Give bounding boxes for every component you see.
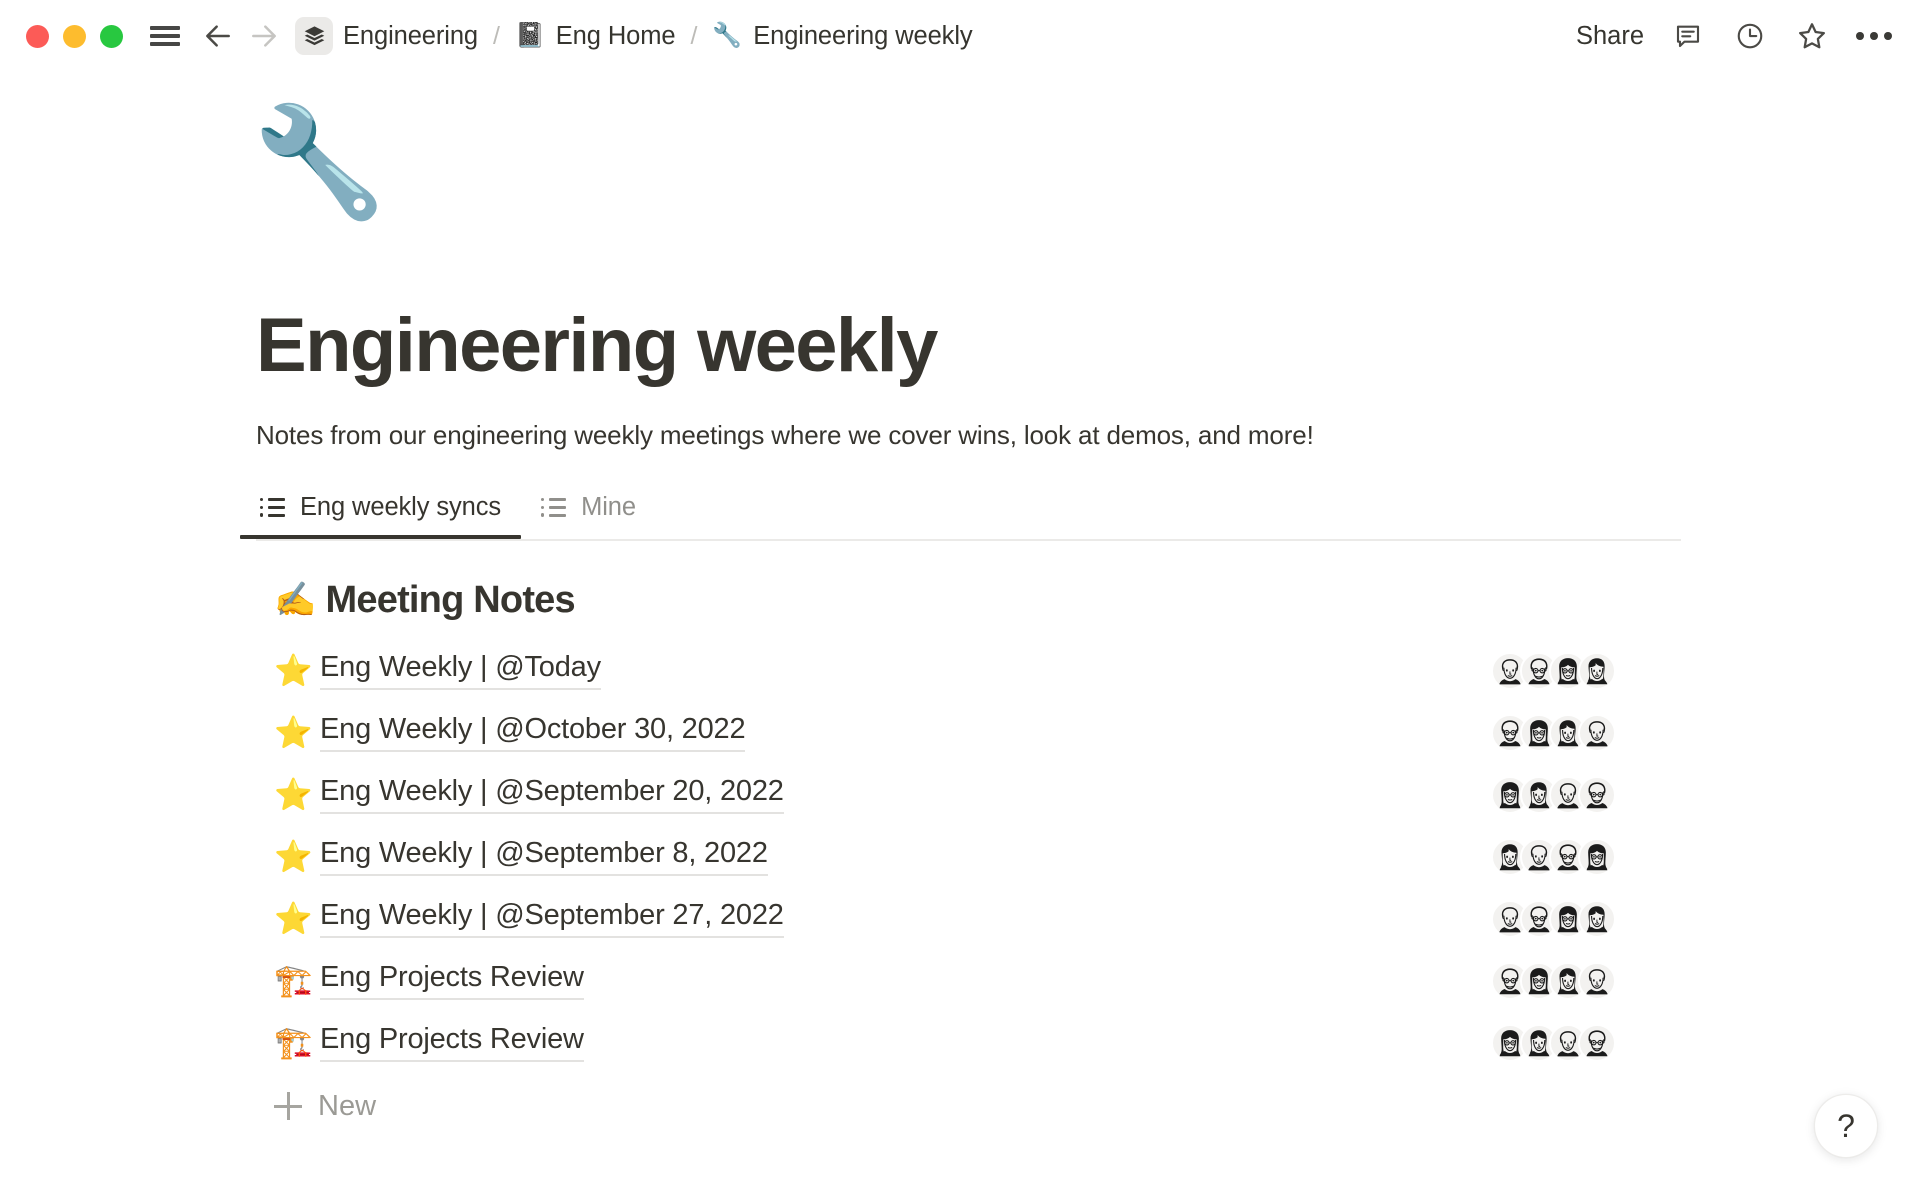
page-title: Engineering weekly bbox=[256, 303, 938, 388]
new-item-button[interactable]: New bbox=[274, 1090, 1920, 1123]
tab-label: Mine bbox=[581, 492, 636, 521]
navigation-arrows bbox=[199, 17, 283, 55]
crane-icon: 🏗️ bbox=[274, 963, 313, 999]
clock-history-icon[interactable] bbox=[1732, 18, 1768, 54]
avatar-group bbox=[1491, 837, 1616, 876]
tab-mine[interactable]: Mine bbox=[521, 493, 656, 539]
list-item[interactable]: ⭐ Eng Weekly | @Today bbox=[274, 640, 1664, 702]
tab-eng-weekly-syncs[interactable]: Eng weekly syncs bbox=[240, 492, 522, 539]
avatar bbox=[1578, 1023, 1616, 1062]
list-item[interactable]: 🏗️ Eng Projects Review bbox=[274, 950, 1664, 1012]
avatar-group bbox=[1491, 1023, 1616, 1062]
list-item[interactable]: ⭐ Eng Weekly | @October 30, 2022 bbox=[274, 702, 1664, 764]
breadcrumb-separator: / bbox=[493, 21, 500, 50]
breadcrumb-separator: / bbox=[690, 21, 698, 50]
breadcrumb-item-engineering-weekly[interactable]: 🔧 Engineering weekly bbox=[712, 22, 972, 51]
plus-icon bbox=[274, 1092, 302, 1121]
avatar bbox=[1578, 651, 1616, 690]
wrench-icon: 🔧 bbox=[712, 22, 743, 49]
avatar-group bbox=[1491, 775, 1616, 814]
list-item-title[interactable]: Eng Weekly | @Today bbox=[320, 651, 601, 691]
list-item[interactable]: ⭐ Eng Weekly | @September 20, 2022 bbox=[274, 764, 1664, 826]
star-icon: ⭐ bbox=[274, 777, 313, 813]
section-heading-label: Meeting Notes bbox=[325, 578, 576, 621]
list-item-title[interactable]: Eng Weekly | @September 8, 2022 bbox=[320, 837, 768, 877]
avatar-group bbox=[1491, 899, 1616, 938]
breadcrumb-label: Engineering bbox=[343, 21, 479, 50]
comment-icon[interactable] bbox=[1670, 18, 1706, 54]
list-item[interactable]: 🏗️ Eng Projects Review bbox=[274, 1012, 1664, 1074]
crane-icon: 🏗️ bbox=[274, 1025, 313, 1061]
list-item[interactable]: ⭐ Eng Weekly | @September 8, 2022 bbox=[274, 826, 1664, 888]
avatar bbox=[1578, 713, 1616, 752]
arrow-left-icon[interactable] bbox=[199, 17, 237, 55]
window-traffic-lights bbox=[26, 24, 123, 48]
more-options-icon[interactable] bbox=[1856, 18, 1893, 54]
share-button[interactable]: Share bbox=[1576, 22, 1644, 51]
avatar bbox=[1578, 775, 1616, 814]
list-item-title[interactable]: Eng Weekly | @September 27, 2022 bbox=[320, 899, 784, 939]
titlebar: Engineering / 📓 Eng Home / 🔧 Engineering… bbox=[0, 0, 1920, 72]
breadcrumb-item-engineering[interactable]: Engineering bbox=[343, 22, 478, 51]
list-view-icon bbox=[541, 497, 567, 517]
list-item-title[interactable]: Eng Projects Review bbox=[320, 961, 584, 1001]
help-button[interactable]: ? bbox=[1814, 1094, 1878, 1158]
tab-label: Eng weekly syncs bbox=[300, 492, 502, 521]
app-window: Engineering / 📓 Eng Home / 🔧 Engineering… bbox=[0, 0, 1920, 1200]
list-item-title[interactable]: Eng Weekly | @October 30, 2022 bbox=[320, 713, 746, 753]
section-heading: ✍️ Meeting Notes bbox=[274, 579, 1920, 622]
star-outline-icon[interactable] bbox=[1794, 18, 1830, 54]
avatar-group bbox=[1491, 651, 1616, 690]
list-view-icon bbox=[260, 497, 286, 517]
new-item-label: New bbox=[318, 1089, 377, 1122]
avatar bbox=[1578, 961, 1616, 1000]
layers-stack-icon[interactable] bbox=[295, 17, 333, 55]
list-item-title[interactable]: Eng Projects Review bbox=[320, 1023, 584, 1063]
close-window-button[interactable] bbox=[26, 24, 49, 48]
star-icon: ⭐ bbox=[274, 715, 313, 751]
maximize-window-button[interactable] bbox=[100, 24, 123, 48]
page-icon-wrench-icon[interactable]: 🔧 bbox=[252, 108, 1920, 258]
meeting-notes-list: ⭐ Eng Weekly | @Today ⭐ Eng Weekly | @Oc… bbox=[274, 640, 1664, 1074]
list-item[interactable]: ⭐ Eng Weekly | @September 27, 2022 bbox=[274, 888, 1664, 950]
star-icon: ⭐ bbox=[274, 901, 313, 937]
breadcrumb-label: Engineering weekly bbox=[753, 21, 973, 50]
database-tabs: Eng weekly syncs Mine bbox=[240, 493, 1681, 541]
notebook-icon: 📓 bbox=[514, 22, 545, 49]
breadcrumb: Engineering / 📓 Eng Home / 🔧 Engineering… bbox=[343, 22, 973, 51]
page-description: Notes from our engineering weekly meetin… bbox=[256, 419, 1314, 450]
tabs-divider bbox=[256, 538, 1681, 541]
writing-hand-icon: ✍️ bbox=[274, 581, 316, 620]
star-icon: ⭐ bbox=[274, 839, 313, 875]
breadcrumb-label: Eng Home bbox=[555, 21, 676, 50]
avatar-group bbox=[1491, 961, 1616, 1000]
star-icon: ⭐ bbox=[274, 653, 313, 689]
titlebar-actions: Share bbox=[1576, 0, 1893, 72]
avatar bbox=[1578, 899, 1616, 938]
arrow-right-icon[interactable] bbox=[245, 17, 283, 55]
page-content: 🔧 Engineering weekly Notes from our engi… bbox=[0, 108, 1920, 1123]
avatar bbox=[1578, 837, 1616, 876]
list-item-title[interactable]: Eng Weekly | @September 20, 2022 bbox=[320, 775, 784, 815]
hamburger-menu-icon[interactable] bbox=[145, 16, 185, 56]
minimize-window-button[interactable] bbox=[63, 24, 86, 48]
avatar-group bbox=[1491, 713, 1616, 752]
breadcrumb-item-eng-home[interactable]: 📓 Eng Home bbox=[514, 21, 676, 51]
